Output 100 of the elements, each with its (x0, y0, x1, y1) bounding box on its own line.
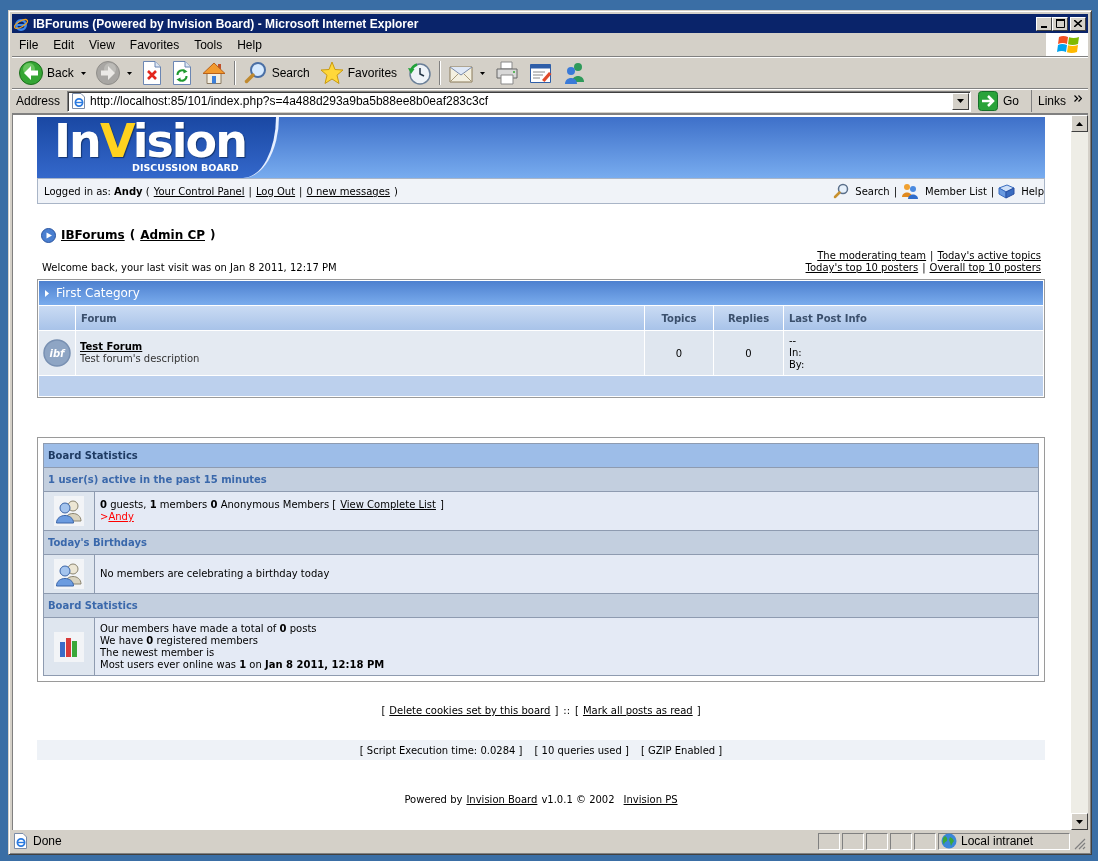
separator-text: | (299, 185, 303, 197)
forum-description: Test forum's description (80, 353, 200, 365)
maximize-icon (1055, 19, 1065, 28)
envelope-icon (449, 63, 474, 83)
status-pane (914, 832, 936, 850)
debug-text: [ 10 queries used ] (534, 744, 629, 756)
dropdown-button[interactable] (951, 92, 969, 110)
bracket-text: ] (696, 704, 701, 718)
company-link[interactable]: Invision PS (623, 793, 678, 807)
bracket-text: ) (394, 185, 398, 197)
stats-line: Our members have made a total of 0 posts (100, 622, 317, 635)
cube-icon (998, 183, 1016, 199)
category-title: First Category (56, 286, 140, 300)
last-post-text: By: (789, 359, 805, 371)
footer-link[interactable]: Delete cookies set by this board (389, 704, 551, 718)
bracket-text: ) (210, 228, 216, 242)
quick-link[interactable]: Overall top 10 posters (929, 262, 1041, 274)
search-icon (243, 61, 268, 85)
status-text: Done (33, 834, 62, 848)
play-circle-icon (41, 227, 56, 243)
page-icon (71, 93, 88, 109)
last-post-text: In: (789, 347, 802, 359)
stats-line: No members are celebrating a birthday today (100, 568, 330, 580)
page-icon (13, 833, 29, 849)
scroll-up-button[interactable] (1071, 115, 1088, 132)
powered-text: Powered by (404, 793, 463, 807)
address-field[interactable]: http://localhost:85/101/index.php?s=4a488d293a9ba5b88ee8b0eaf283c3cf (67, 90, 971, 112)
triangle-icon (45, 289, 49, 297)
version-text: v1.0.1 © 2002 (541, 793, 615, 807)
user-link[interactable]: Log Out (255, 185, 296, 197)
search-button[interactable]: Search (238, 59, 315, 87)
breadcrumb-link[interactable]: Admin CP (140, 228, 205, 242)
stats-line: We have 0 registered members (100, 634, 258, 647)
window-title: IBForums (Powered by Invision Board) - Microsoft Internet Explorer (33, 16, 420, 31)
status-pane (890, 832, 912, 850)
footer-link[interactable]: Mark all posts as read (582, 704, 693, 718)
welcome-text: Welcome back, your last visit was on Jan 8 2011, 12:17 PM (42, 262, 337, 274)
column-header: Last Post Info (784, 306, 1043, 330)
forum-status-icon: ibf (43, 339, 71, 367)
stats-line: Most users ever online was 1 on Jan 8 2011, 12:18 PM (100, 658, 385, 671)
address-label: Address (15, 94, 62, 108)
menu-item[interactable]: Favorites (122, 37, 188, 52)
users-icon (54, 559, 84, 589)
quick-link[interactable]: The moderating team (817, 250, 927, 262)
printer-icon (495, 61, 520, 85)
member-list-link[interactable]: Member List (901, 183, 987, 199)
view-list-link[interactable]: View Complete List (340, 499, 436, 510)
separator-text: :: (563, 704, 571, 718)
status-pane (866, 832, 888, 850)
menu-item[interactable]: Tools (187, 37, 231, 52)
bracket-text: [ (381, 704, 386, 718)
links-button[interactable]: Links (1036, 91, 1086, 111)
menu-item[interactable]: View (82, 37, 123, 52)
table-cell: 0 (714, 331, 783, 375)
user-link[interactable]: 0 new messages (306, 185, 391, 197)
search-link[interactable]: Search (833, 183, 890, 199)
bar-chart-icon (54, 631, 84, 662)
logo-wordmark: InVision (54, 120, 247, 162)
section-header: Today's Birthdays (44, 531, 1038, 554)
menu-item[interactable]: File (12, 37, 47, 52)
online-summary: 0 guests, 1 members 0 Anonymous Members [ (100, 499, 337, 510)
star-icon (319, 61, 344, 85)
scroll-down-button[interactable] (1071, 813, 1088, 830)
house-icon (201, 61, 226, 85)
user-link[interactable]: Your Control Panel (153, 185, 245, 197)
separator-text: | (930, 250, 934, 262)
notepad-pencil-icon (529, 62, 554, 84)
go-button[interactable]: Go (974, 90, 1032, 112)
status-pane (842, 832, 864, 850)
breadcrumb-link[interactable]: IBForums (61, 228, 125, 242)
forum-link[interactable]: Test Forum (80, 341, 143, 353)
section-header: Board Statistics (44, 594, 1038, 617)
column-header: Forum (76, 306, 644, 330)
search-icon (833, 183, 850, 199)
bracket-text: ] (554, 704, 559, 718)
globe-icon (941, 833, 957, 849)
column-header: Replies (714, 306, 783, 330)
right-arrow-icon (977, 91, 998, 111)
separator-text: | (893, 185, 897, 197)
quick-link[interactable]: Today's active topics (937, 250, 1041, 262)
menu-item[interactable]: Edit (46, 37, 83, 52)
bracket-text: [ (575, 704, 579, 718)
back-button[interactable]: Back (14, 59, 91, 87)
menu-item[interactable]: Help (230, 37, 270, 52)
favorites-button[interactable]: Favorites (314, 59, 403, 87)
separator-text: | (922, 262, 926, 274)
resize-grip-icon (1074, 838, 1086, 850)
quick-link[interactable]: Today's top 10 posters (805, 262, 919, 274)
minimize-button[interactable] (1036, 16, 1052, 31)
stats-header: Board Statistics (44, 444, 1038, 467)
zone-label: Local intranet (961, 834, 1034, 848)
help-link[interactable]: Help (998, 183, 1044, 199)
column-header (39, 306, 75, 330)
bracket-text: ( (129, 228, 136, 242)
debug-text: [ Script Execution time: 0.0284 ] (359, 744, 523, 756)
bracket-text: ] (439, 499, 444, 510)
product-link[interactable]: Invision Board (466, 793, 538, 807)
close-button[interactable] (1070, 16, 1086, 31)
maximize-button[interactable] (1052, 16, 1068, 31)
down-arrow-icon (1076, 819, 1083, 824)
